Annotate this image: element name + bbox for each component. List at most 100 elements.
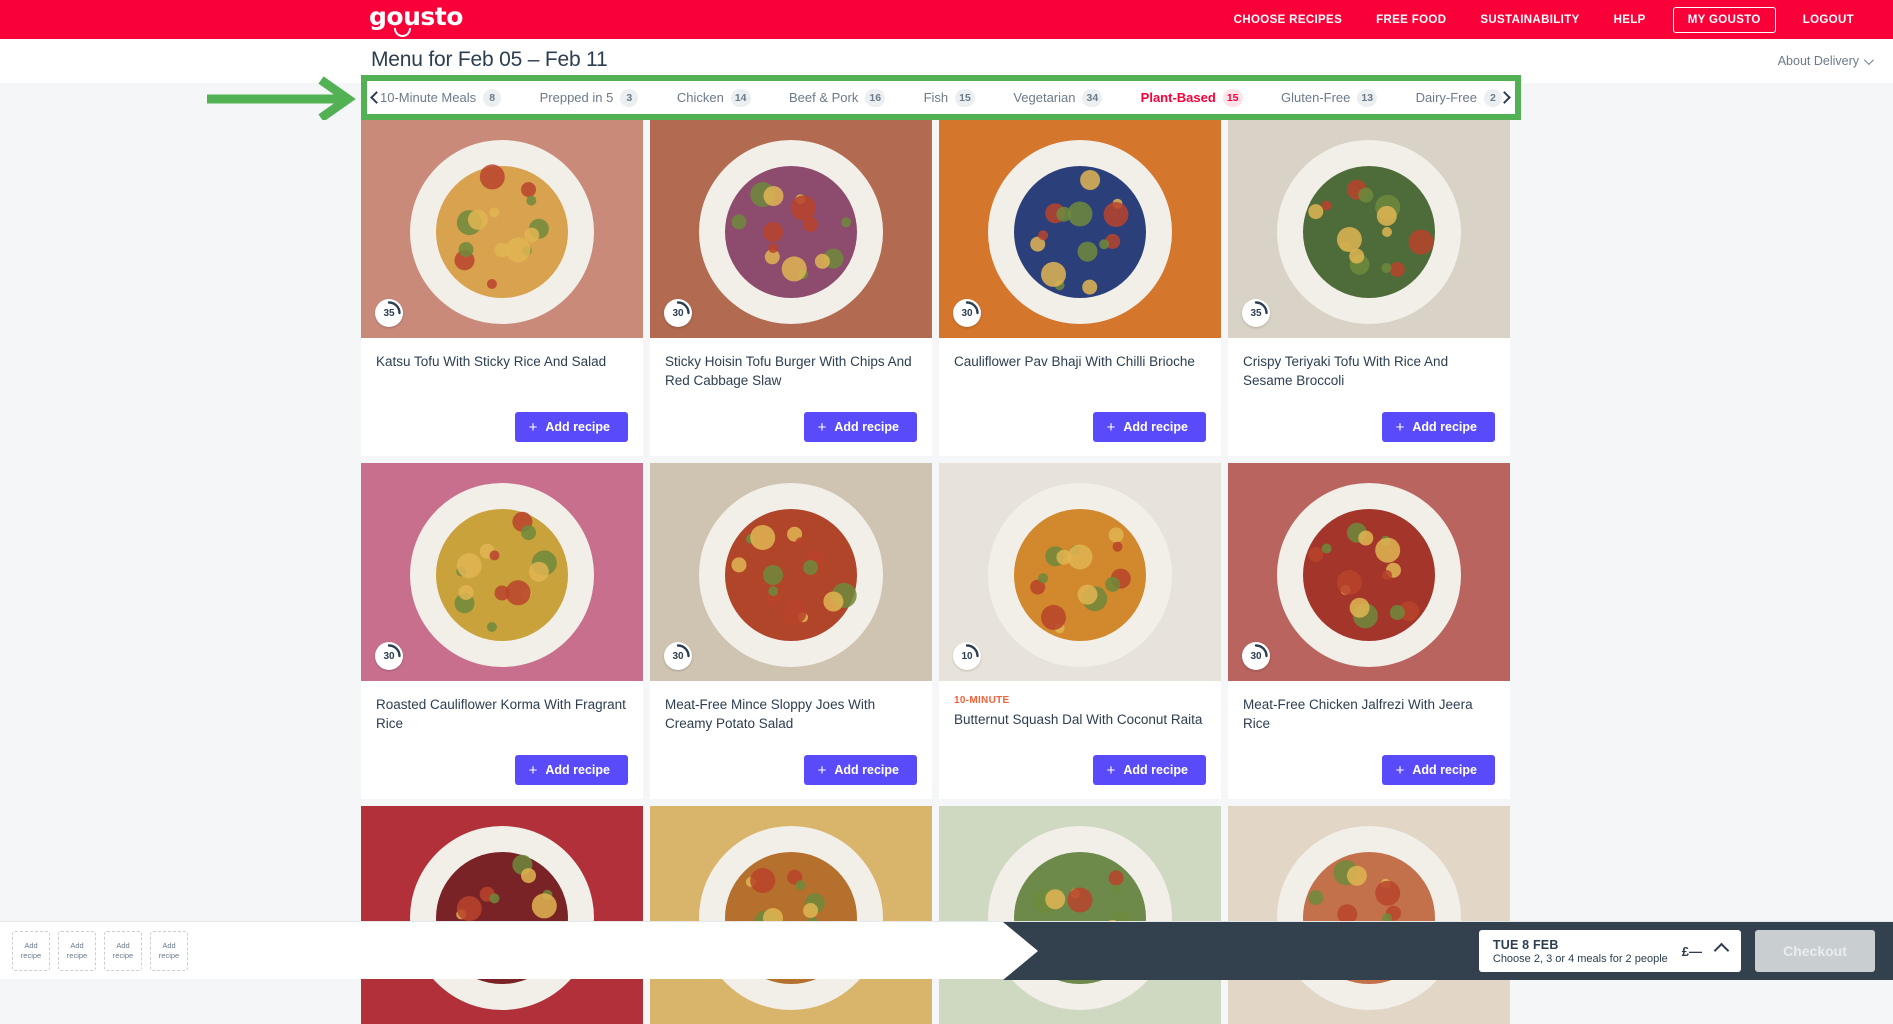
checkout-button[interactable]: Checkout xyxy=(1755,930,1875,972)
add-recipe-button[interactable]: + Add recipe xyxy=(1382,755,1495,785)
basket-empty-slot[interactable]: Addrecipe xyxy=(104,931,142,971)
add-recipe-button[interactable]: +Add recipe xyxy=(1382,412,1495,442)
recipe-card[interactable]: 30Meat-Free Chicken Jalfrezi With Jeera … xyxy=(1228,463,1510,799)
add-recipe-button[interactable]: +Add recipe xyxy=(515,755,628,785)
chevron-right-icon[interactable] xyxy=(1497,90,1513,106)
recipe-image[interactable] xyxy=(361,806,643,1024)
recipe-card[interactable]: 10 10-MINUTEButternut Squash Dal With Coc… xyxy=(939,463,1221,799)
add-recipe-button[interactable]: +Add recipe xyxy=(804,755,917,785)
filter-tab-count: 16 xyxy=(865,89,885,107)
basket-slot-line2: recipe xyxy=(113,951,133,961)
add-recipe-button[interactable]: +Add recipe xyxy=(1093,755,1206,785)
add-recipe-button[interactable]: + Add recipe xyxy=(515,412,628,442)
recipe-card[interactable]: 35 Katsu Tofu With Sticky Rice And Salad +… xyxy=(361,120,643,456)
recipe-card-body: Cauliflower Pav Bhaji With Chilli Brioch… xyxy=(939,338,1221,412)
filter-tab-count: 3 xyxy=(620,89,638,107)
recipe-card[interactable] xyxy=(1228,806,1510,1024)
checkout-panel: TUE 8 FEB Choose 2, 3 or 4 meals for 2 p… xyxy=(963,922,1893,980)
add-recipe-label: Add recipe xyxy=(545,420,610,434)
recipe-card[interactable]: 30 Roasted Cauliflower Korma With Fragran… xyxy=(361,463,643,799)
filter-tab-gluten-free[interactable]: Gluten-Free13 xyxy=(1276,89,1382,107)
recipe-card-footer: +Add recipe xyxy=(939,412,1221,456)
nav-link-my-gousto[interactable]: MY GOUSTO xyxy=(1673,7,1776,33)
recipe-card[interactable] xyxy=(939,806,1221,1024)
recipe-title: Katsu Tofu With Sticky Rice And Salad xyxy=(376,352,628,371)
delivery-date-selector[interactable]: TUE 8 FEB Choose 2, 3 or 4 meals for 2 p… xyxy=(1479,930,1741,972)
recipe-card-footer: +Add recipe xyxy=(939,755,1221,799)
filter-tab-plant-based[interactable]: Plant-Based15 xyxy=(1136,89,1248,107)
recipe-card[interactable] xyxy=(650,806,932,1024)
basket-slot-line1: Add xyxy=(116,941,129,951)
filter-tab-count: 14 xyxy=(731,89,751,107)
filter-tab-chicken[interactable]: Chicken14 xyxy=(672,89,756,107)
basket-slot-line1: Add xyxy=(70,941,83,951)
nav-link-sustainability[interactable]: SUSTAINABILITY xyxy=(1463,14,1596,26)
filter-tab-label: Fish xyxy=(924,90,949,105)
recipe-card-body: Roasted Cauliflower Korma With Fragrant … xyxy=(361,681,643,755)
filter-tab-fish[interactable]: Fish15 xyxy=(919,89,980,107)
plus-icon: + xyxy=(529,763,538,778)
recipe-image[interactable] xyxy=(1228,806,1510,1024)
recipe-card[interactable]: 30Sticky Hoisin Tofu Burger With Chips A… xyxy=(650,120,932,456)
recipe-image[interactable] xyxy=(650,806,932,1024)
plus-icon: + xyxy=(529,420,538,435)
cook-time-badge: 10 xyxy=(953,642,981,670)
filter-tab-prepped-in-5[interactable]: Prepped in 53 xyxy=(535,89,644,107)
filter-tab-vegetarian[interactable]: Vegetarian 34 xyxy=(1008,89,1107,107)
add-recipe-button[interactable]: +Add recipe xyxy=(804,412,917,442)
chevron-left-icon[interactable] xyxy=(369,90,385,106)
basket-slot-list: AddrecipeAddrecipeAddrecipeAddrecipe xyxy=(12,931,188,971)
filter-tab-bar[interactable]: 10-Minute Meals8 Prepped in 53 Chicken14 Be… xyxy=(367,81,1515,114)
recipe-card[interactable] xyxy=(361,806,643,1024)
basket-empty-slot[interactable]: Addrecipe xyxy=(150,931,188,971)
chevron-up-icon[interactable] xyxy=(1714,942,1730,958)
recipe-image[interactable]: 30 xyxy=(650,463,932,681)
filter-tab-label: Plant-Based xyxy=(1141,90,1216,105)
recipe-image[interactable]: 30 xyxy=(650,120,932,338)
gousto-logo[interactable]: gousto xyxy=(369,3,463,31)
recipe-image[interactable]: 10 xyxy=(939,463,1221,681)
delivery-date: TUE 8 FEB xyxy=(1493,938,1668,952)
about-delivery-label: About Delivery xyxy=(1778,54,1859,68)
recipe-image[interactable]: 30 xyxy=(1228,463,1510,681)
filter-tab-beef-pork[interactable]: Beef & Pork 16 xyxy=(784,89,890,107)
plus-icon: + xyxy=(1107,420,1116,435)
recipe-image[interactable]: 35 xyxy=(1228,120,1510,338)
filter-tab-label: Beef & Pork xyxy=(789,90,858,105)
recipe-image[interactable]: 30 xyxy=(361,463,643,681)
nav-link-choose-recipes[interactable]: CHOOSE RECIPES xyxy=(1217,14,1359,26)
recipe-card[interactable]: 35Crispy Teriyaki Tofu With Rice And Ses… xyxy=(1228,120,1510,456)
basket-empty-slot[interactable]: Addrecipe xyxy=(58,931,96,971)
recipe-card-footer: +Add recipe xyxy=(1228,412,1510,456)
basket-slot-line2: recipe xyxy=(21,951,41,961)
recipe-image[interactable] xyxy=(939,806,1221,1024)
plus-icon: + xyxy=(818,420,827,435)
filter-tab-dairy-free[interactable]: Dairy-Free2 xyxy=(1411,89,1507,107)
nav-link-logout[interactable]: LOGOUT xyxy=(1786,14,1871,26)
recipe-title: Roasted Cauliflower Korma With Fragrant … xyxy=(376,695,628,733)
cook-time-badge: 30 xyxy=(1242,642,1270,670)
add-recipe-label: Add recipe xyxy=(1123,763,1188,777)
recipe-card[interactable]: 30Meat-Free Mince Sloppy Joes With Cream… xyxy=(650,463,932,799)
recipe-card-footer: +Add recipe xyxy=(650,755,932,799)
recipe-card-body: 10-MINUTEButternut Squash Dal With Cocon… xyxy=(939,681,1221,755)
recipe-image[interactable]: 35 xyxy=(361,120,643,338)
nav-link-help[interactable]: HELP xyxy=(1597,14,1663,26)
add-recipe-button[interactable]: +Add recipe xyxy=(1093,412,1206,442)
basket-empty-slot[interactable]: Addrecipe xyxy=(12,931,50,971)
recipe-image[interactable]: 30 xyxy=(939,120,1221,338)
filter-tab-10-minute-meals[interactable]: 10-Minute Meals8 xyxy=(375,89,506,107)
recipe-card-body: Meat-Free Mince Sloppy Joes With Creamy … xyxy=(650,681,932,755)
chevron-down-icon xyxy=(1864,55,1874,65)
recipe-card[interactable]: 30 Cauliflower Pav Bhaji With Chilli Brio… xyxy=(939,120,1221,456)
recipe-title: Cauliflower Pav Bhaji With Chilli Brioch… xyxy=(954,352,1206,371)
add-recipe-label: Add recipe xyxy=(1412,763,1477,777)
filter-tab-label: Vegetarian xyxy=(1013,90,1075,105)
filter-tab-count: 34 xyxy=(1082,89,1102,107)
nav-link-free-food[interactable]: FREE FOOD xyxy=(1359,14,1463,26)
plus-icon: + xyxy=(1396,763,1405,778)
filter-tab-bar-highlight: 10-Minute Meals8 Prepped in 53 Chicken14 Be… xyxy=(361,75,1521,120)
about-delivery-toggle[interactable]: About Delivery xyxy=(1778,54,1871,68)
basket-bottom-bar: AddrecipeAddrecipeAddrecipeAddrecipe TUE… xyxy=(0,921,1893,979)
cook-time-badge: 35 xyxy=(375,299,403,327)
